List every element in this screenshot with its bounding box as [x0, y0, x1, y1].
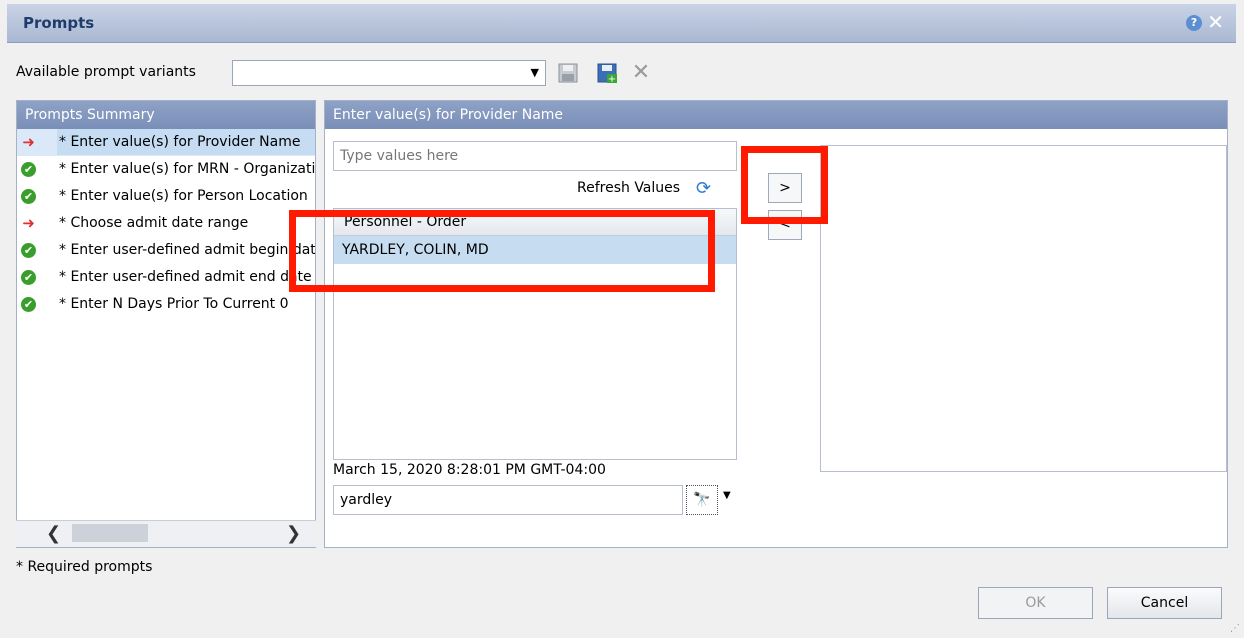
prompt-summary-item[interactable]: ✔ * Enter value(s) for Person Location	[17, 183, 315, 210]
horizontal-scrollbar[interactable]: ❮ ❯	[16, 520, 316, 547]
refresh-timestamp: March 15, 2020 8:28:01 PM GMT-04:00	[333, 462, 606, 478]
check-icon: ✔	[21, 189, 36, 204]
arrow-right-icon: ➜	[22, 133, 35, 151]
required-prompts-note: * Required prompts	[16, 559, 153, 575]
arrow-right-icon: ➜	[22, 214, 35, 232]
variants-label: Available prompt variants	[16, 64, 196, 80]
remove-value-button[interactable]: <	[768, 210, 802, 240]
prompt-summary-item[interactable]: ➜ * Enter value(s) for Provider Name	[17, 129, 315, 156]
list-item[interactable]: YARDLEY, COLIN, MD	[334, 236, 736, 264]
delete-icon[interactable]: ✕	[630, 62, 652, 84]
prompts-summary-list: ➜ * Enter value(s) for Provider Name ✔ * En…	[17, 129, 315, 318]
scroll-right-icon[interactable]: ❯	[286, 523, 301, 544]
check-icon: ✔	[21, 243, 36, 258]
prompt-summary-label: * Enter value(s) for MRN - Organization	[59, 161, 315, 177]
prompt-summary-label: * Choose admit date range	[59, 215, 249, 231]
prompt-entry-header: Enter value(s) for Provider Name	[325, 101, 1227, 129]
search-input[interactable]: yardley	[333, 485, 683, 515]
prompt-summary-label: * Enter value(s) for Person Location	[59, 188, 308, 204]
title-bar: Prompts ? ✕	[7, 4, 1236, 43]
prompts-dialog: Prompts ? ✕ Available prompt variants ▼ …	[0, 0, 1244, 638]
prompts-summary-header: Prompts Summary	[17, 101, 315, 129]
add-value-button[interactable]: >	[768, 173, 802, 203]
resize-grip-icon[interactable]: ⋰	[1230, 623, 1240, 634]
prompt-summary-item[interactable]: ✔ * Enter user-defined admit begin date	[17, 237, 315, 264]
check-icon: ✔	[21, 297, 36, 312]
save-as-icon[interactable]: +	[596, 62, 618, 84]
dialog-title: Prompts	[23, 14, 95, 32]
prompt-summary-item[interactable]: ✔ * Enter value(s) for MRN - Organization	[17, 156, 315, 183]
refresh-values-label[interactable]: Refresh Values	[577, 180, 680, 196]
help-icon[interactable]: ?	[1186, 15, 1202, 31]
svg-text:+: +	[608, 74, 616, 84]
prompts-summary-panel: Prompts Summary ➜ * Enter value(s) for Pr…	[16, 100, 316, 548]
cancel-button[interactable]: Cancel	[1107, 587, 1222, 619]
values-list: Personnel - Order YARDLEY, COLIN, MD	[333, 208, 737, 460]
prompt-summary-item[interactable]: ➜ * Choose admit date range	[17, 210, 315, 237]
values-list-header[interactable]: Personnel - Order	[334, 209, 736, 236]
prompt-summary-label: * Enter N Days Prior To Current 0	[59, 296, 289, 312]
close-icon[interactable]: ✕	[1207, 10, 1224, 34]
chevron-down-icon[interactable]: ▼	[531, 66, 539, 79]
prompt-summary-item[interactable]: ✔ * Enter user-defined admit end date	[17, 264, 315, 291]
scroll-thumb[interactable]	[72, 524, 148, 542]
prompt-summary-item[interactable]: ✔ * Enter N Days Prior To Current 0	[17, 291, 315, 318]
prompt-summary-label: * Enter user-defined admit begin date	[59, 242, 315, 258]
ok-button[interactable]: OK	[978, 587, 1093, 619]
prompt-summary-label: * Enter value(s) for Provider Name	[57, 129, 315, 155]
scroll-left-icon[interactable]: ❮	[46, 523, 61, 544]
variants-dropdown[interactable]: ▼	[232, 60, 546, 86]
binoculars-icon[interactable]: 🔭	[686, 485, 718, 515]
check-icon: ✔	[21, 162, 36, 177]
type-values-input[interactable]: Type values here	[333, 141, 737, 171]
chevron-down-icon[interactable]: ▼	[723, 490, 731, 501]
check-icon: ✔	[21, 270, 36, 285]
refresh-icon[interactable]: ⟳	[696, 178, 718, 199]
save-icon[interactable]	[557, 62, 579, 84]
prompt-summary-label: * Enter user-defined admit end date	[59, 269, 312, 285]
selected-values-list[interactable]	[820, 145, 1227, 472]
